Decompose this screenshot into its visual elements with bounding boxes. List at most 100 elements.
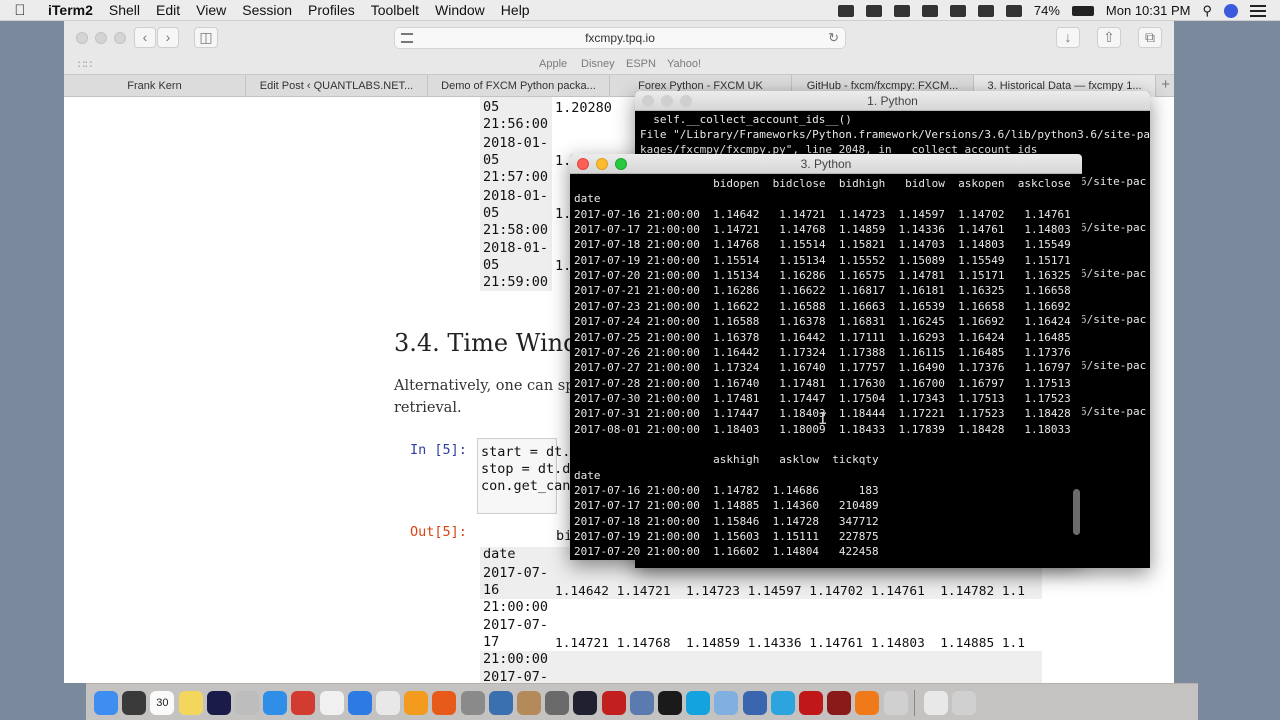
firefox-icon[interactable] [432,691,457,715]
dataframe-row: 2017-07-21 21:00:00 1.16286 1.16622 1.16… [574,284,1071,298]
quicktime-icon[interactable] [573,691,598,715]
r-icon[interactable] [742,691,767,715]
dashboard-icon[interactable] [122,691,147,715]
minimize-window-button[interactable] [661,95,673,107]
terminal-window-3[interactable]: 3. Python bidopen bidclose bidhigh bidlo… [570,154,1082,560]
skype-icon[interactable] [686,691,711,715]
reader-view-icon[interactable] [401,33,413,43]
battery-percent[interactable]: 74% [1034,3,1060,18]
dataframe-row: 2017-07-19 21:00:00 1.15603 1.15111 2278… [574,530,879,544]
favorite-espn[interactable]: ESPN [626,58,656,70]
apple-menu-icon[interactable]:  [0,2,40,19]
section-heading: 3.4. Time Windo [394,329,593,357]
dropbox-icon[interactable] [921,4,938,17]
trash-icon[interactable] [952,691,976,715]
safari-icon[interactable] [263,691,288,715]
tabs-overview-icon[interactable]: ⧉ [1138,27,1162,48]
dataframe-row: 2017-07-17 21:00:00 1.14885 1.14360 2104… [574,499,879,513]
tab-demo-fxcm[interactable]: Demo of FXCM Python packa... [428,75,610,97]
back-button[interactable]: ‹ [134,27,156,48]
menu-session[interactable]: Session [234,2,300,18]
package-icon[interactable] [517,691,541,715]
zoom-window-button[interactable] [680,95,692,107]
calendar-icon[interactable]: 30 [150,691,175,715]
dataframe-header: askhigh asklow tickqty [574,453,879,467]
pen-icon[interactable] [883,691,908,715]
reload-icon[interactable]: ↻ [828,28,839,48]
paint-icon[interactable] [545,691,570,715]
zoom-window-button[interactable] [114,32,126,44]
terminal-scrollbar[interactable] [1073,489,1080,535]
clock[interactable]: Mon 10:31 PM [1106,3,1191,18]
dataframe-index-label: date [574,468,601,482]
close-window-button[interactable] [76,32,88,44]
output-prompt: Out[5]: [410,524,467,540]
close-window-button[interactable] [642,95,654,107]
siri-icon[interactable] [206,691,231,715]
menu-shell[interactable]: Shell [101,2,148,18]
dataframe-row: 2017-07-16 21:00:00 1.14642 1.14721 1.14… [574,207,1071,221]
sql-icon[interactable] [629,691,654,715]
df-index-label: date [483,546,516,562]
menu-help[interactable]: Help [493,2,538,18]
sublime-icon[interactable] [855,691,880,715]
share-icon[interactable]: ⇧ [1097,27,1121,48]
zoom-window-button[interactable] [615,158,627,170]
address-bar[interactable]: fxcmpy.tpq.io ↻ [394,27,846,49]
ibooks-icon[interactable] [404,691,429,715]
launchpad-icon[interactable] [235,691,259,715]
notification-center-icon[interactable] [1250,4,1266,17]
system-preferences-icon[interactable] [460,691,485,715]
forward-button[interactable]: › [157,27,179,48]
telegram-icon[interactable] [770,691,795,715]
downloads-stack-icon[interactable] [923,691,948,715]
close-window-button[interactable] [577,158,589,170]
minimize-window-button[interactable] [95,32,107,44]
menu-edit[interactable]: Edit [148,2,188,18]
menu-window[interactable]: Window [427,2,493,18]
display-icon[interactable] [893,4,910,17]
grid-icon[interactable]: ∷∷ [78,58,92,71]
sync-icon[interactable] [865,4,882,17]
battery-icon[interactable] [1071,5,1094,16]
dataframe-row: 2017-07-30 21:00:00 1.17481 1.17447 1.17… [574,391,1071,405]
menu-view[interactable]: View [188,2,234,18]
df-row-value: 1. [555,206,572,222]
favorite-apple[interactable]: Apple [539,58,567,70]
dock-separator [913,690,915,716]
minimize-window-button[interactable] [596,158,608,170]
box-icon[interactable] [714,691,739,715]
app-store-icon[interactable] [347,691,372,715]
downloads-icon[interactable]: ↓ [1056,27,1080,48]
terminal-titlebar[interactable]: 1. Python [635,91,1150,111]
menu-toolbelt[interactable]: Toolbelt [363,2,427,18]
user-avatar-icon[interactable] [1224,3,1238,18]
photos-icon[interactable] [319,691,344,715]
menu-profiles[interactable]: Profiles [300,2,363,18]
status-area: 74% Mon 10:31 PM ⚲ [837,0,1280,21]
cloud-icon[interactable] [949,4,966,17]
acrobat-icon[interactable] [601,691,626,715]
itunes-icon[interactable] [376,691,400,715]
tab-edit-post[interactable]: Edit Post ‹ QUANTLABS.NET... [246,75,428,97]
menu-app-name[interactable]: iTerm2 [40,2,101,18]
terminal-titlebar[interactable]: 3. Python [570,154,1082,174]
notes-icon[interactable] [178,691,203,715]
new-tab-button[interactable]: + [1161,76,1170,93]
network-icon[interactable] [488,691,513,715]
terminal-icon[interactable] [658,691,682,715]
spotlight-search-icon[interactable]: ⚲ [1202,3,1212,19]
screen-record-icon[interactable] [837,4,854,17]
favorite-disney[interactable]: Disney [581,58,615,70]
finder-icon[interactable] [94,691,118,715]
tab-frank-kern[interactable]: Frank Kern [64,75,246,97]
xing-icon[interactable] [827,691,852,715]
sidebar-toggle-icon[interactable]: ◫ [194,27,218,48]
df-row-date: 2018-01- [483,135,549,151]
df-row-date: 2018-01- [483,240,549,256]
bluetooth-icon[interactable] [977,4,994,17]
wifi-icon[interactable] [1005,4,1022,17]
photo-booth-icon[interactable] [291,691,316,715]
filezilla-icon[interactable] [799,691,823,715]
favorite-yahoo[interactable]: Yahoo! [667,58,701,70]
